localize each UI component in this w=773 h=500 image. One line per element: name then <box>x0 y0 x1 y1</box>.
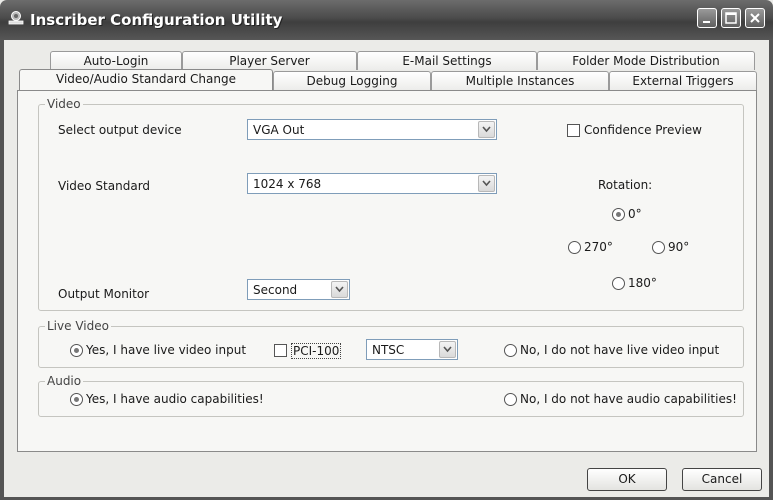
live-video-yes-radio[interactable] <box>70 344 83 357</box>
config-window: Inscriber Configuration Utility Auto-Log… <box>0 0 773 500</box>
video-standard-select[interactable]: 1024 x 768 <box>247 173 497 194</box>
rotation-90-label: 90° <box>668 240 690 254</box>
output-device-select[interactable]: VGA Out <box>247 119 497 140</box>
close-button[interactable] <box>745 8 765 28</box>
rotation-0-label: 0° <box>628 207 642 221</box>
tab-email-settings[interactable]: E-Mail Settings <box>357 51 537 70</box>
tab-player-server[interactable]: Player Server <box>182 51 357 70</box>
rotation-label: Rotation: <box>598 178 653 192</box>
close-icon <box>750 13 760 23</box>
output-device-value: VGA Out <box>253 123 305 137</box>
confidence-preview-label: Confidence Preview <box>584 123 702 137</box>
confidence-preview-checkbox[interactable] <box>567 124 580 137</box>
rotation-0-radio[interactable] <box>612 208 625 221</box>
live-video-group-label: Live Video <box>45 319 111 333</box>
minimize-icon <box>703 21 710 23</box>
window-title: Inscriber Configuration Utility <box>30 11 283 29</box>
pci-100-label: PCI-100 <box>291 343 342 359</box>
minimize-button[interactable] <box>697 8 717 28</box>
chevron-down-icon[interactable] <box>331 281 348 298</box>
rotation-270-label: 270° <box>584 240 613 254</box>
live-video-yes-label: Yes, I have live video input <box>86 343 247 357</box>
audio-no-label: No, I do not have audio capabilities! <box>520 392 737 406</box>
video-format-select[interactable]: NTSC <box>366 339 458 360</box>
window-border-left <box>0 40 4 500</box>
chevron-down-icon[interactable] <box>478 175 495 192</box>
pci-100-checkbox[interactable] <box>274 344 287 357</box>
tab-panel: Video Select output device VGA Out Confi… <box>17 90 757 452</box>
cancel-button[interactable]: Cancel <box>682 468 762 491</box>
rotation-90-radio[interactable] <box>652 241 665 254</box>
chevron-down-icon[interactable] <box>478 121 495 138</box>
tab-video-audio-standard-change[interactable]: Video/Audio Standard Change <box>19 69 273 90</box>
tab-folder-mode-distribution[interactable]: Folder Mode Distribution <box>537 51 755 70</box>
title-bar[interactable]: Inscriber Configuration Utility <box>0 0 773 40</box>
output-device-label: Select output device <box>58 123 182 137</box>
audio-yes-label: Yes, I have audio capabilities! <box>86 392 264 406</box>
ok-button[interactable]: OK <box>587 468 667 491</box>
output-monitor-value: Second <box>253 283 298 297</box>
video-format-value: NTSC <box>372 343 405 357</box>
tab-debug-logging[interactable]: Debug Logging <box>273 71 431 90</box>
chevron-down-icon[interactable] <box>439 341 456 358</box>
video-standard-value: 1024 x 768 <box>253 177 322 191</box>
output-monitor-label: Output Monitor <box>58 287 150 301</box>
output-monitor-select[interactable]: Second <box>247 279 350 300</box>
rotation-180-radio[interactable] <box>612 277 625 290</box>
live-video-no-radio[interactable] <box>504 344 517 357</box>
app-icon <box>8 10 24 26</box>
maximize-button[interactable] <box>721 8 741 28</box>
tab-auto-login[interactable]: Auto-Login <box>50 51 182 70</box>
audio-yes-radio[interactable] <box>70 393 83 406</box>
tab-multiple-instances[interactable]: Multiple Instances <box>431 71 609 90</box>
maximize-icon <box>725 12 737 24</box>
audio-no-radio[interactable] <box>504 393 517 406</box>
video-standard-label: Video Standard <box>58 179 151 193</box>
tab-external-triggers[interactable]: External Triggers <box>609 71 757 90</box>
live-video-no-label: No, I do not have live video input <box>520 343 720 357</box>
rotation-180-label: 180° <box>628 276 657 290</box>
audio-group-label: Audio <box>45 374 84 388</box>
video-group-label: Video <box>45 97 83 111</box>
rotation-270-radio[interactable] <box>568 241 581 254</box>
window-border-right <box>769 40 773 500</box>
